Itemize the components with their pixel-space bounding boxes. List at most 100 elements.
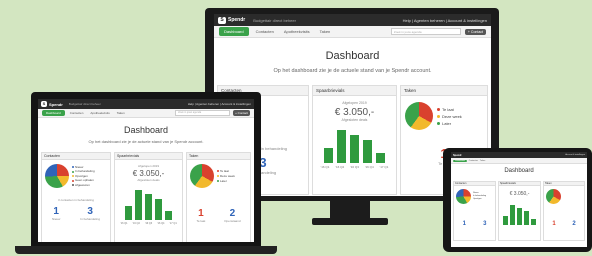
panel-title: Spaarbrievials <box>115 153 182 160</box>
help-link[interactable]: Help <box>188 102 194 106</box>
header-links: Help | Agenten beheren | Account & inste… <box>187 102 251 106</box>
period-label: Afgelopen 2019 <box>137 164 160 168</box>
spend-bar <box>155 199 162 220</box>
tab-bar: Dashboard Contacten Taken <box>451 158 587 164</box>
legend-item: Deze week <box>437 113 462 120</box>
header-links: Account & instellingen <box>565 154 585 156</box>
search-input[interactable]: Zoek in jouw agenda <box>175 110 231 116</box>
legend-item: Te laat <box>437 106 462 113</box>
stat-label: Te laat <box>196 219 206 223</box>
bar-label: '16 Q2 <box>335 165 345 169</box>
amount-value: € 3.050,- <box>132 169 165 178</box>
header-links: Help | Agenten beheren | Account & inste… <box>402 17 487 23</box>
tasks-panel: Taken 1 2 <box>543 181 585 241</box>
bar-label: '17 Q1 <box>379 165 389 169</box>
amount-value: € 3.050,- <box>509 191 530 197</box>
legend-item: Opvolgen <box>473 198 482 200</box>
bar-label: '16 Q4 <box>157 222 165 225</box>
tasks-panel: Taken Te laat Deze week Later 1 Te laat 2… <box>186 152 251 242</box>
spend-bars <box>313 130 396 163</box>
tasks-pie-chart <box>190 164 214 188</box>
spend-bars <box>115 190 182 220</box>
contacts-panel: Contacten Nieuw In behandeling Opvolgen … <box>453 181 496 241</box>
contacts-pie-chart <box>456 189 471 204</box>
monitor-base <box>312 218 388 225</box>
page-title: Dashboard <box>123 125 169 135</box>
spend-bar <box>350 135 359 163</box>
contacts-panel: Contacten Nieuw In behandeling Opvolgen … <box>41 152 111 242</box>
panels: Contacten Nieuw In behandeling Opvolgen … <box>41 152 251 242</box>
bar-labels: '16 Q1 '16 Q2 '16 Q3 '16 Q4 '17 Q1 <box>313 165 396 169</box>
tab-contacten[interactable]: Contacten <box>469 160 478 162</box>
spend-bar <box>363 140 372 163</box>
tab-apotheek[interactable]: Apotheekvisits <box>281 27 313 36</box>
legend-item: Later <box>437 120 462 127</box>
spend-bar <box>135 190 142 220</box>
contacts-legend: Nieuw In behandeling Opvolgen <box>473 192 486 201</box>
spend-bar <box>510 205 515 225</box>
bar-label: '16 Q2 <box>132 222 140 225</box>
logo[interactable]: Spendr <box>453 154 462 157</box>
spend-bar <box>376 153 385 163</box>
logo[interactable]: S Spendr Budgettair direct beheer <box>41 101 101 107</box>
agent-link[interactable]: Agenten beheren <box>196 102 219 106</box>
stat-value: 3 <box>87 206 93 217</box>
tab-dashboard[interactable]: Dashboard <box>453 159 467 162</box>
search-input[interactable]: Zoek in jouw agenda <box>390 28 461 35</box>
panels: Contacten Nieuw In behandeling Opvolgen … <box>453 181 585 241</box>
tab-bar: Dashboard Contacten Apotheekvisits Taken… <box>38 109 254 118</box>
page-title: Dashboard <box>504 168 534 174</box>
add-contact-button[interactable]: + Contact <box>464 28 486 35</box>
legend-item: Afgewezen <box>72 183 95 188</box>
spend-bar <box>337 130 346 163</box>
legend-item: Later <box>217 179 235 184</box>
period-label: Afgelopen 2019 <box>342 101 367 105</box>
stat-value: 1 <box>198 208 204 219</box>
tab-contacten[interactable]: Contacten <box>253 27 277 36</box>
stat-value: 3 <box>483 221 487 227</box>
spend-bar <box>145 194 152 220</box>
tab-dashboard[interactable]: Dashboard <box>219 27 249 36</box>
stat-value: 1 <box>53 206 59 217</box>
page-title: Dashboard <box>325 50 380 62</box>
tab-taken[interactable]: Taken <box>115 110 127 116</box>
top-bar: S Spendr Budgettair direct beheer Help | A… <box>38 99 254 109</box>
stat-value: 1 <box>462 221 466 227</box>
bar-labels: '16 Q1 '16 Q2 '16 Q3 '16 Q4 '17 Q1 <box>115 222 182 225</box>
amount-value: € 3.050,- <box>334 107 375 118</box>
account-link[interactable]: Account & instellingen <box>448 18 487 23</box>
help-link[interactable]: Help <box>403 18 411 23</box>
stat-label: Nieuw <box>51 217 61 221</box>
bar-label: '16 Q3 <box>350 165 359 169</box>
account-link[interactable]: Account & instellingen <box>221 102 251 106</box>
amount-sub: Afgesloten deals <box>341 118 368 122</box>
tab-dashboard[interactable]: Dashboard <box>42 110 65 116</box>
bar-label: '16 Q4 <box>364 165 374 169</box>
spend-panel: Spaarbrievials Afgelopen 2019 € 3.050,- … <box>114 152 183 242</box>
page-subtitle: Op het dashboard zie je de actuele stand… <box>273 68 432 74</box>
logo[interactable]: S Spendr Budgettair direct beheer <box>218 16 296 24</box>
account-link[interactable]: Account & instellingen <box>565 154 585 156</box>
stat-label: Openstaand <box>224 219 241 223</box>
spend-bars <box>499 205 540 225</box>
panel-title: Taken <box>187 153 250 160</box>
stat-value: 2 <box>572 221 576 227</box>
laptop-base <box>15 246 277 254</box>
agent-link[interactable]: Agenten beheren <box>414 18 445 23</box>
bar-label: '16 Q3 <box>144 222 153 225</box>
bar-label: '17 Q1 <box>169 222 177 225</box>
tasks-legend: Te laat Deze week Later <box>217 169 235 184</box>
tab-bar: Dashboard Contacten Apotheekvisits Taken… <box>214 26 491 38</box>
panel-title: Contacten <box>42 153 110 160</box>
spend-bar <box>125 206 132 220</box>
tab-taken[interactable]: Taken <box>317 27 334 36</box>
spend-bar <box>165 211 172 220</box>
tab-taken[interactable]: Taken <box>480 160 485 162</box>
stat-value: 1 <box>552 221 556 227</box>
add-contact-button[interactable]: + Contact <box>233 110 250 116</box>
tab-apotheek[interactable]: Apotheekvisits <box>88 110 111 116</box>
tab-contacten[interactable]: Contacten <box>68 110 86 116</box>
stat-value: 2 <box>229 208 236 219</box>
tablet-screen: Spendr Account & instellingen Dashboard … <box>451 152 587 247</box>
spend-bar <box>531 219 536 225</box>
